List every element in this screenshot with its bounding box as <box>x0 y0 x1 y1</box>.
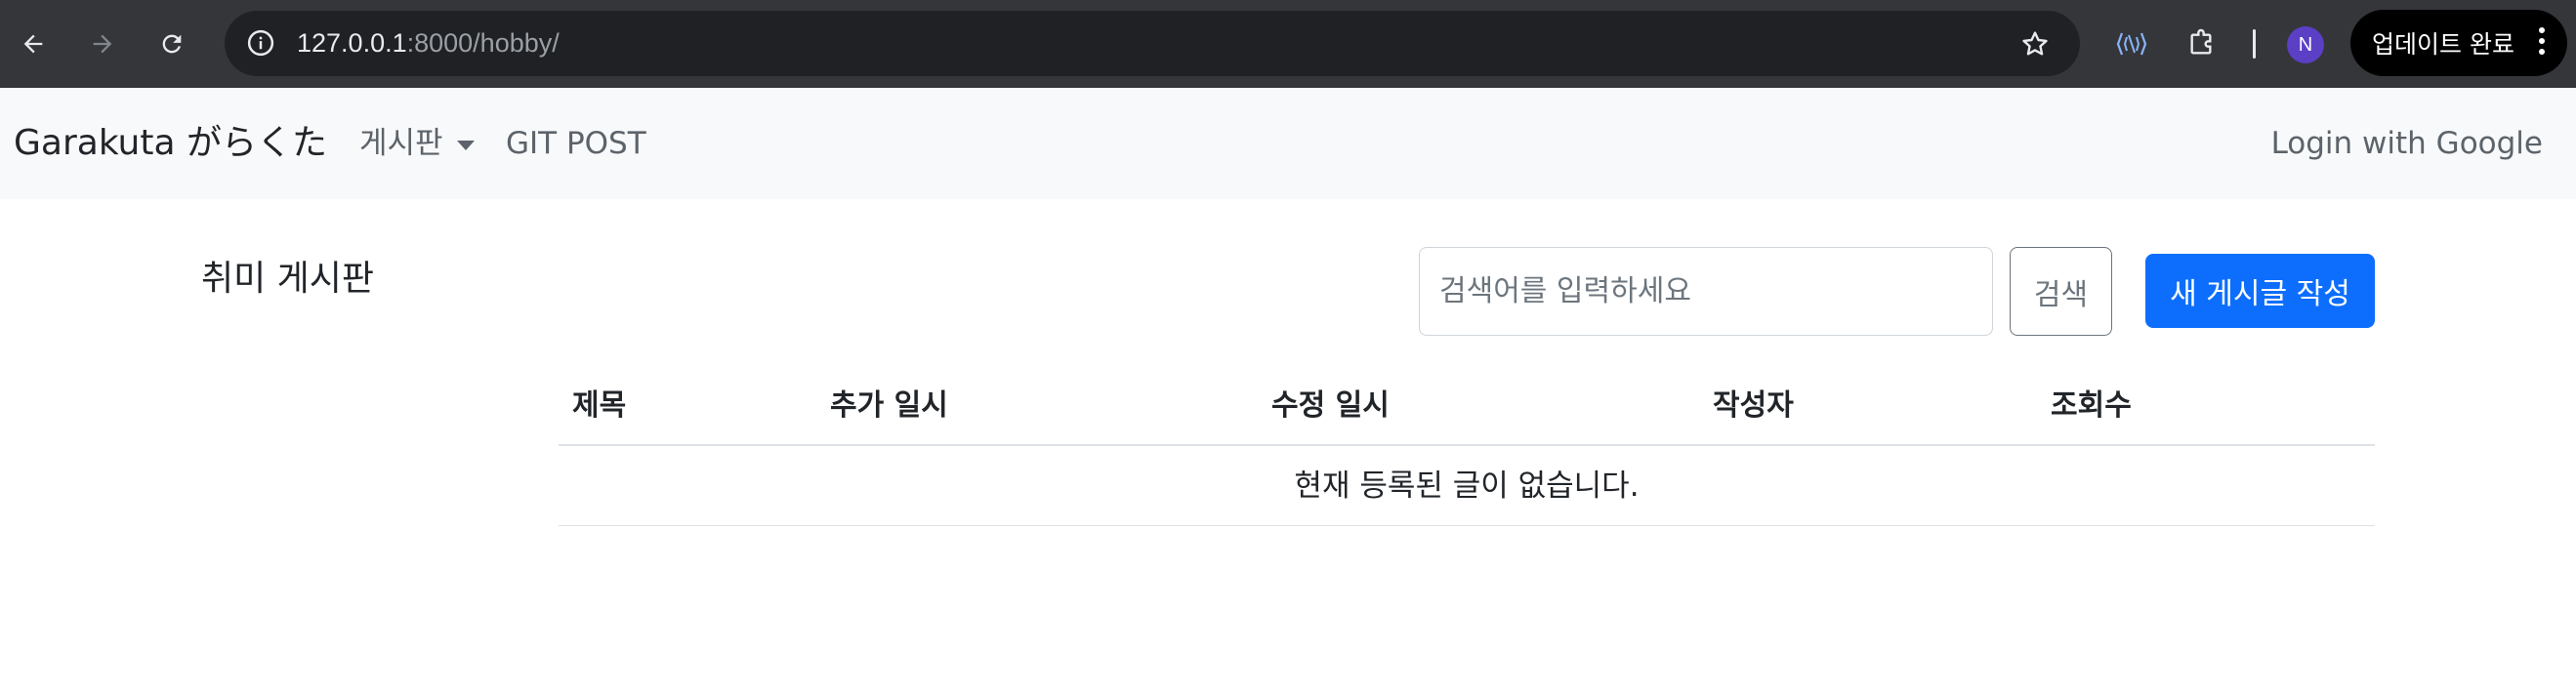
url-host: 127.0.0.1 <box>297 28 407 58</box>
caret-down-icon <box>456 140 475 150</box>
search-input[interactable] <box>1419 247 1993 336</box>
search-button[interactable]: 검색 <box>2010 247 2112 336</box>
forward-arrow-icon <box>93 34 112 54</box>
back-button[interactable] <box>11 21 56 66</box>
column-header-views: 조회수 <box>2051 388 2132 423</box>
extensions-puzzle-icon[interactable] <box>2179 21 2223 66</box>
profile-avatar[interactable]: N <box>2287 26 2324 63</box>
address-bar[interactable]: 127.0.0.1:8000/hobby/ <box>225 11 2080 76</box>
empty-message: 현재 등록된 글이 없습니다. <box>1294 469 1640 504</box>
toolbar-divider <box>2253 29 2256 59</box>
board-dropdown[interactable]: 게시판 <box>359 88 475 199</box>
more-menu-icon[interactable] <box>2538 27 2546 59</box>
column-header-created: 추가 일시 <box>830 388 948 423</box>
url-path: :8000/hobby/ <box>406 28 560 58</box>
bookmark-star-icon[interactable] <box>2015 24 2055 63</box>
login-google-link[interactable]: Login with Google <box>2271 88 2543 199</box>
table-header: 제목 추가 일시 수정 일시 작성자 조회수 <box>559 365 2375 446</box>
forward-button[interactable] <box>80 21 125 66</box>
column-header-title: 제목 <box>572 388 627 423</box>
reload-button[interactable] <box>149 21 194 66</box>
update-label: 업데이트 완료 <box>2372 30 2514 59</box>
back-arrow-icon <box>23 34 43 54</box>
column-header-modified: 수정 일시 <box>1271 388 1390 423</box>
site-info-icon[interactable] <box>242 24 279 61</box>
new-post-button[interactable]: 새 게시글 작성 <box>2145 254 2375 328</box>
table-row: 현재 등록된 글이 없습니다. <box>559 446 2375 526</box>
column-header-author: 작성자 <box>1713 388 1794 423</box>
reload-icon <box>162 34 182 54</box>
cast-signal-icon[interactable] <box>2109 21 2154 66</box>
git-post-link[interactable]: GIT POST <box>506 88 646 199</box>
page-title: 취미 게시판 <box>201 259 375 299</box>
url-text[interactable]: 127.0.0.1:8000/hobby/ <box>297 11 560 76</box>
site-brand[interactable]: Garakuta がらくた <box>14 88 327 199</box>
posts-table: 제목 추가 일시 수정 일시 작성자 조회수 현재 등록된 글이 없습니다. <box>559 365 2375 526</box>
update-complete-button[interactable]: 업데이트 완료 <box>2350 10 2567 76</box>
browser-toolbar: 127.0.0.1:8000/hobby/ N 업데이트 완료 <box>0 0 2576 88</box>
site-navbar: Garakuta がらくた 게시판 GIT POST Login with Go… <box>0 88 2576 199</box>
board-dropdown-label: 게시판 <box>359 126 443 161</box>
